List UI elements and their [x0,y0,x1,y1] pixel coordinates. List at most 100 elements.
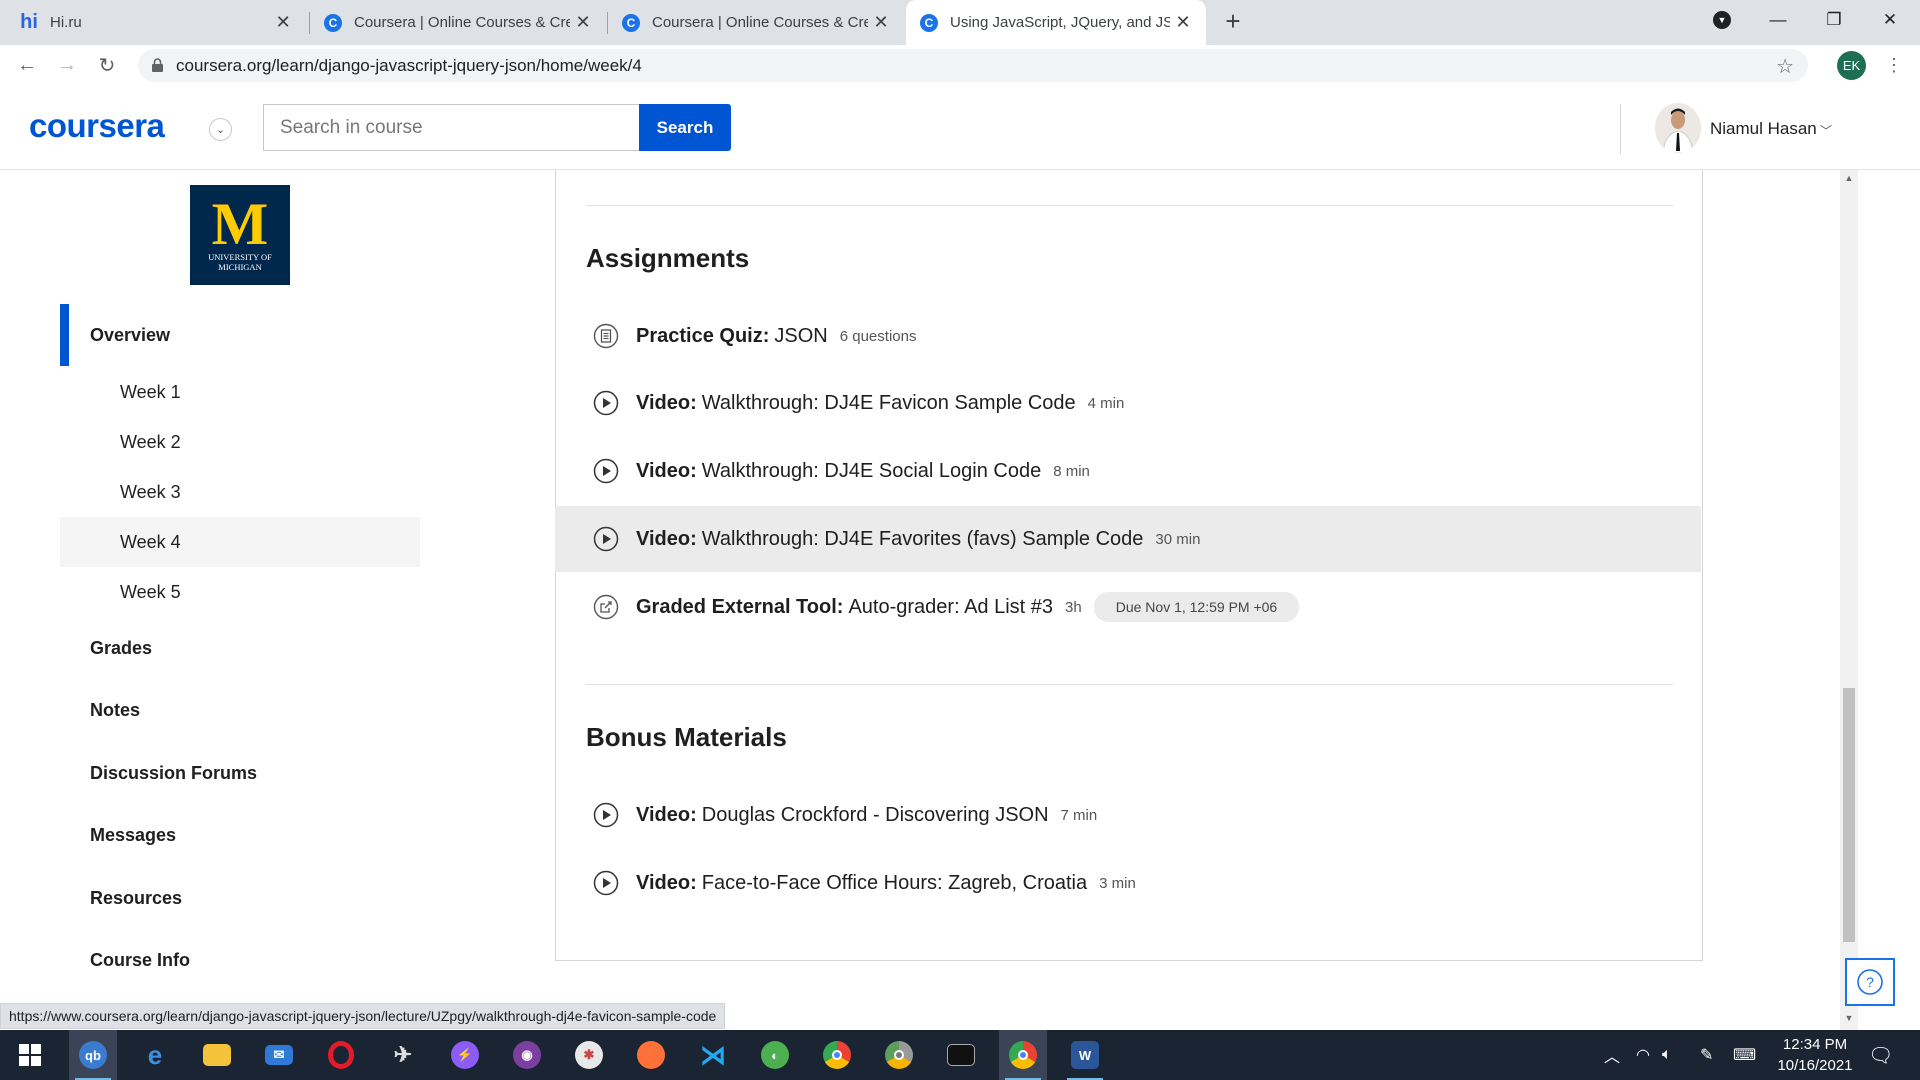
network-icon[interactable]: ◠ [1636,1030,1650,1080]
nav-overview[interactable]: Overview [90,325,170,346]
pen-icon[interactable]: ✎ [1700,1030,1713,1080]
chevron-down-icon[interactable]: ﹀ [1820,122,1832,139]
restore-icon: ❐ [1826,10,1842,29]
tab-title: Using JavaScript, JQuery, and JSC [950,14,1170,31]
address-bar[interactable]: coursera.org/learn/django-javascript-jqu… [138,49,1808,82]
close-icon[interactable]: ✕ [274,12,292,33]
close-icon[interactable]: ✕ [872,12,890,33]
notifications-icon[interactable]: 🗨︎ [1868,1030,1893,1080]
scroll-down-icon[interactable]: ▼ [1840,1010,1858,1026]
nav-notes[interactable]: Notes [90,700,140,721]
browser-tab-strip: hi Hi.ru ✕ C Coursera | Online Courses &… [0,0,1920,45]
close-icon[interactable]: ✕ [1174,12,1192,33]
taskbar-chrome-profile[interactable] [999,1030,1047,1080]
chrome-icon [1009,1041,1037,1069]
list-item-video-highlighted[interactable]: Video: Walkthrough: DJ4E Favorites (favs… [555,506,1701,572]
taskbar-file-explorer[interactable] [193,1030,241,1080]
nav-discussion-forums[interactable]: Discussion Forums [90,763,257,784]
nav-week-5[interactable]: Week 5 [60,567,420,617]
list-item-video[interactable]: Video: Walkthrough: DJ4E Social Login Co… [555,438,1701,504]
menu-button[interactable]: ⋮ [1878,49,1910,81]
taskbar-opera[interactable] [317,1030,365,1080]
list-item-video[interactable]: Video: Walkthrough: DJ4E Favicon Sample … [555,370,1701,436]
help-button[interactable]: ? [1845,958,1895,1006]
nav-week-2[interactable]: Week 2 [60,417,420,467]
nav-week-3[interactable]: Week 3 [60,467,420,517]
coursera-favicon-icon: C [324,13,342,32]
nav-resources[interactable]: Resources [90,888,182,909]
qbittorrent-icon: qb [79,1041,107,1069]
browser-tab[interactable]: C Coursera | Online Courses & Crec ✕ [608,0,904,45]
browser-tab[interactable]: hi Hi.ru ✕ [6,0,306,45]
taskbar-word[interactable]: W [1061,1030,1109,1080]
umich-text: UNIVERSITY OF MICHIGAN [208,252,272,272]
item-type: Video: [636,803,697,826]
taskbar-edge[interactable]: e [131,1030,179,1080]
nav-grades[interactable]: Grades [90,638,152,659]
pinwheel-icon: ✱ [575,1041,603,1069]
clock-date: 10/16/2021 [1777,1057,1853,1074]
taskbar-messenger[interactable]: ⚡ [441,1030,489,1080]
reload-button[interactable]: ↻ [91,49,123,81]
nav-messages[interactable]: Messages [90,825,176,846]
new-tab-button[interactable]: + [1218,6,1248,36]
due-date-badge: Due Nov 1, 12:59 PM +06 [1093,592,1300,622]
nav-course-info[interactable]: Course Info [90,950,190,971]
profile-avatar[interactable]: EK [1837,51,1866,80]
browser-tab-active[interactable]: C Using JavaScript, JQuery, and JSC ✕ [906,0,1206,45]
nav-week-1[interactable]: Week 1 [60,367,420,417]
taskbar-firefox[interactable] [627,1030,675,1080]
item-title: Walkthrough: DJ4E Favorites (favs) Sampl… [701,527,1144,550]
browser-toolbar: ← → ↻ coursera.org/learn/django-javascri… [0,45,1920,86]
scroll-up-icon[interactable]: ▲ [1840,170,1858,186]
list-item-external-tool[interactable]: Graded External Tool: Auto-grader: Ad Li… [555,574,1701,640]
item-type: Video: [636,527,697,550]
taskbar-qbittorrent[interactable]: qb [69,1030,117,1080]
url-text: coursera.org/learn/django-javascript-jqu… [176,55,642,75]
coursera-logo[interactable]: coursera [29,107,165,145]
star-icon[interactable]: ☆ [1776,54,1794,79]
taskbar-pinwheel-app[interactable]: ✱ [565,1030,613,1080]
browser-tab[interactable]: C Coursera | Online Courses & Crec ✕ [310,0,606,45]
item-meta: 8 min [1053,462,1090,480]
close-icon[interactable]: ✕ [574,12,592,33]
tray-chevron-up-icon[interactable]: ︿ [1604,1030,1620,1080]
list-item-video[interactable]: Video: Face-to-Face Office Hours: Zagreb… [555,850,1701,916]
tab-search-button[interactable]: ▼ [1694,0,1750,40]
chrome-icon [823,1041,851,1069]
item-type: Practice Quiz: [636,324,770,347]
list-item-video[interactable]: Video: Douglas Crockford - Discovering J… [555,782,1701,848]
logo-menu-button[interactable]: ⌄ [209,118,232,141]
taskbar-github-desktop[interactable]: ◉ [503,1030,551,1080]
scrollbar-thumb[interactable] [1843,688,1855,942]
list-item-practice-quiz[interactable]: Practice Quiz: JSON 6 questions [555,303,1701,369]
user-avatar[interactable] [1655,103,1701,153]
item-meta: 3h [1065,598,1082,616]
university-logo[interactable]: M UNIVERSITY OF MICHIGAN [190,185,290,285]
play-icon [593,802,619,828]
nav-week-4[interactable]: Week 4 [60,517,420,567]
taskbar-browser-app[interactable]: ◐ [751,1030,799,1080]
taskbar-terminal[interactable] [937,1030,985,1080]
restore-button[interactable]: ❐ [1806,0,1862,40]
search-input[interactable] [263,104,640,151]
volume-icon[interactable]: 🔈︎ [1662,1030,1672,1080]
minimize-button[interactable]: — [1750,0,1806,40]
taskbar-mail[interactable]: ✉ [255,1030,303,1080]
back-button[interactable]: ← [11,49,43,81]
taskbar-vscode[interactable]: ⋊ [689,1030,737,1080]
start-button[interactable] [6,1030,54,1080]
taskbar-clock[interactable]: 12:34 PM 10/16/2021 [1770,1034,1860,1076]
forward-button[interactable]: → [51,49,83,81]
chrome-dev-icon [885,1041,913,1069]
taskbar-satellite-app[interactable]: ✈ [379,1030,427,1080]
item-title: Douglas Crockford - Discovering JSON [701,803,1049,826]
keyboard-icon[interactable]: ⌨ [1733,1030,1756,1080]
taskbar-chrome[interactable] [813,1030,861,1080]
taskbar-chrome-dev[interactable] [875,1030,923,1080]
user-name[interactable]: Niamul Hasan [1710,119,1817,139]
close-window-button[interactable]: ✕ [1862,0,1918,40]
divider [586,205,1673,206]
search-button[interactable]: Search [639,104,731,151]
section-title-bonus: Bonus Materials [586,722,787,752]
